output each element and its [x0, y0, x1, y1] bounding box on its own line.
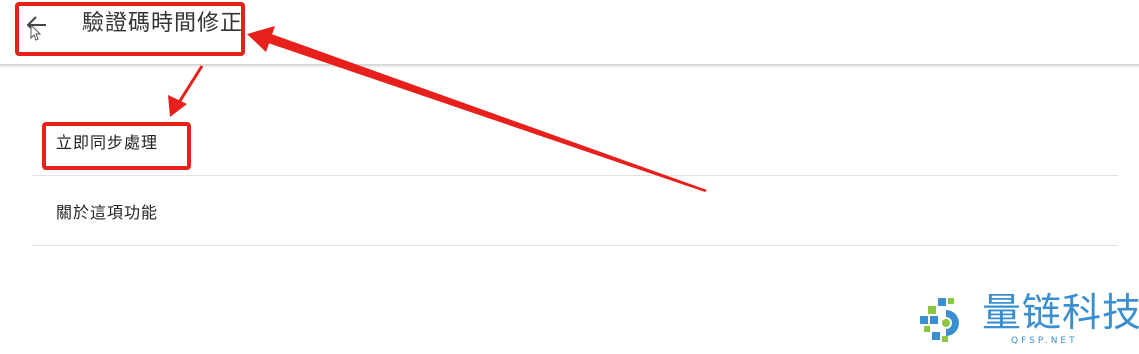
annotation-arrow-short [176, 65, 204, 105]
watermark-domain: QFSP.NET [1011, 336, 1078, 346]
screen: 驗證碼時間修正 立即同步處理 關於這項功能 量链科技 QFSP.NET [0, 0, 1139, 354]
annotation-arrowhead-short [168, 95, 187, 117]
watermark-brand: 量链科技 [982, 291, 1139, 336]
watermark: 量链科技 QFSP.NET [918, 292, 1139, 350]
annotation-arrow-long [263, 31, 707, 192]
brand-logo-icon [920, 298, 959, 342]
